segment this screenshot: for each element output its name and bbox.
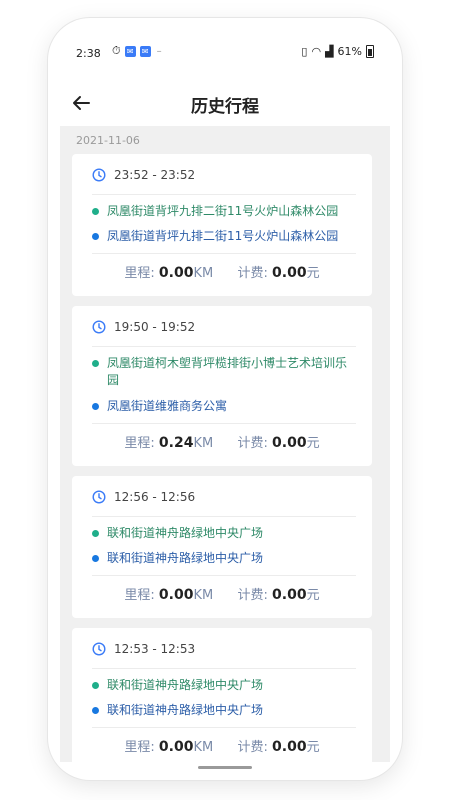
start-location: 凤凰街道背坪九排二街11号火炉山森林公园 [107,204,339,218]
end-dot-icon [92,555,99,562]
fee-unit: 元 [306,588,320,603]
trip-end: 联和街道神舟路绿地中央广场 [92,550,358,567]
start-dot-icon [92,530,99,537]
end-dot-icon [92,403,99,410]
end-location: 联和街道神舟路绿地中央广场 [107,551,264,565]
divider [92,423,356,424]
clock-icon [92,320,106,334]
more-notifications-icon: – [156,45,162,57]
trip-time-row: 19:50 - 19:52 [92,320,195,334]
divider [92,194,356,195]
mileage-value: 0.00 [158,265,194,281]
fee-value: 0.00 [272,265,307,281]
trip-start: 联和街道神舟路绿地中央广场 [92,525,358,542]
trip-card[interactable]: 23:52 - 23:52 凤凰街道背坪九排二街11号火炉山森林公园 凤凰街道背… [72,154,372,296]
end-location: 凤凰街道背坪九排二街11号火炉山森林公园 [107,229,339,243]
date-group-label: 2021-11-06 [76,134,140,147]
trip-start: 凤凰街道背坪九排二街11号火炉山森林公园 [92,203,358,220]
trip-end: 凤凰街道背坪九排二街11号火炉山森林公园 [92,228,358,245]
fee-value: 0.00 [272,587,307,603]
trip-end: 联和街道神舟路绿地中央广场 [92,702,358,719]
app-notification-icon-2: ✉ [139,45,151,57]
trip-start: 凤凰街道柯木塱背坪榄排街小博士艺术培训乐园 [92,355,358,389]
divider [92,575,356,576]
mileage-label: 里程: [124,436,155,451]
end-dot-icon [92,233,99,240]
fee-label: 计费: [237,588,268,603]
wifi-icon: ◠ [311,45,322,58]
trip-start: 联和街道神舟路绿地中央广场 [92,677,358,694]
start-location: 联和街道神舟路绿地中央广场 [107,678,264,692]
fee-label: 计费: [237,740,268,755]
divider [92,253,356,254]
mileage-label: 里程: [124,740,155,755]
trip-stats: 里程: 0.00KM 计费: 0.00元 [72,584,372,603]
start-location: 凤凰街道柯木塱背坪榄排街小博士艺术培训乐园 [107,356,348,387]
home-indicator[interactable] [198,766,252,769]
trip-stats: 里程: 0.00KM 计费: 0.00元 [72,736,372,755]
clock-icon [92,168,106,182]
fee-value: 0.00 [272,739,307,755]
mileage-value: 0.24 [158,435,194,451]
fee-label: 计费: [237,266,268,281]
mileage-unit: KM [193,588,214,603]
phone-frame: 2:38 ⏱ ✉ ✉ – ▯ ◠ ▟ 61% 历史行程 2021-11-06 2… [48,18,402,780]
fee-value: 0.00 [272,435,307,451]
battery-percent: 61% [337,45,362,58]
mileage-unit: KM [193,436,214,451]
mileage-label: 里程: [124,266,155,281]
trip-time-row: 23:52 - 23:52 [92,168,195,182]
trip-stats: 里程: 0.00KM 计费: 0.00元 [72,262,372,281]
mileage-label: 里程: [124,588,155,603]
divider [92,346,356,347]
clock-icon [92,490,106,504]
battery-icon [366,45,374,58]
fee-label: 计费: [237,436,268,451]
divider [92,727,356,728]
mileage-value: 0.00 [158,587,194,603]
trip-card[interactable]: 12:53 - 12:53 联和街道神舟路绿地中央广场 联和街道神舟路绿地中央广… [72,628,372,762]
fee-unit: 元 [306,740,320,755]
trip-time-range: 12:53 - 12:53 [114,642,196,656]
mileage-unit: KM [193,740,214,755]
trip-card[interactable]: 12:56 - 12:56 联和街道神舟路绿地中央广场 联和街道神舟路绿地中央广… [72,476,372,618]
divider [92,668,356,669]
mileage-value: 0.00 [158,739,194,755]
trip-stats: 里程: 0.24KM 计费: 0.00元 [72,432,372,451]
trip-list[interactable]: 2021-11-06 23:52 - 23:52 凤凰街道背坪九排二街11号火炉… [60,126,390,762]
trip-time-row: 12:53 - 12:53 [92,642,195,656]
divider [92,516,356,517]
start-dot-icon [92,682,99,689]
start-location: 联和街道神舟路绿地中央广场 [107,526,264,540]
clock-icon [92,642,106,656]
fee-unit: 元 [306,436,320,451]
end-location: 凤凰街道维雅商务公寓 [107,399,228,413]
vibrate-icon: ▯ [301,45,308,58]
status-notification-icons: ⏱ ✉ ✉ – [112,44,162,58]
start-dot-icon [92,208,99,215]
end-dot-icon [92,707,99,714]
signal-icon: ▟ [325,45,334,58]
start-dot-icon [92,360,99,367]
trip-time-range: 23:52 - 23:52 [114,168,196,182]
trip-end: 凤凰街道维雅商务公寓 [92,398,358,415]
status-bar: 2:38 ⏱ ✉ ✉ – ▯ ◠ ▟ 61% [48,18,402,60]
trip-time-row: 12:56 - 12:56 [92,490,195,504]
end-location: 联和街道神舟路绿地中央广场 [107,703,264,717]
fee-unit: 元 [306,266,320,281]
trip-card[interactable]: 19:50 - 19:52 凤凰街道柯木塱背坪榄排街小博士艺术培训乐园 凤凰街道… [72,306,372,466]
trip-time-range: 19:50 - 19:52 [114,320,196,334]
trip-time-range: 12:56 - 12:56 [114,490,196,504]
app-notification-icon: ✉ [124,45,136,57]
page-title: 历史行程 [191,97,259,117]
status-system-icons: ▯ ◠ ▟ 61% [301,45,374,58]
mileage-unit: KM [193,266,214,281]
status-time: 2:38 [76,47,101,60]
alarm-icon: ⏱ [112,44,121,57]
app-header: 历史行程 [48,80,402,126]
